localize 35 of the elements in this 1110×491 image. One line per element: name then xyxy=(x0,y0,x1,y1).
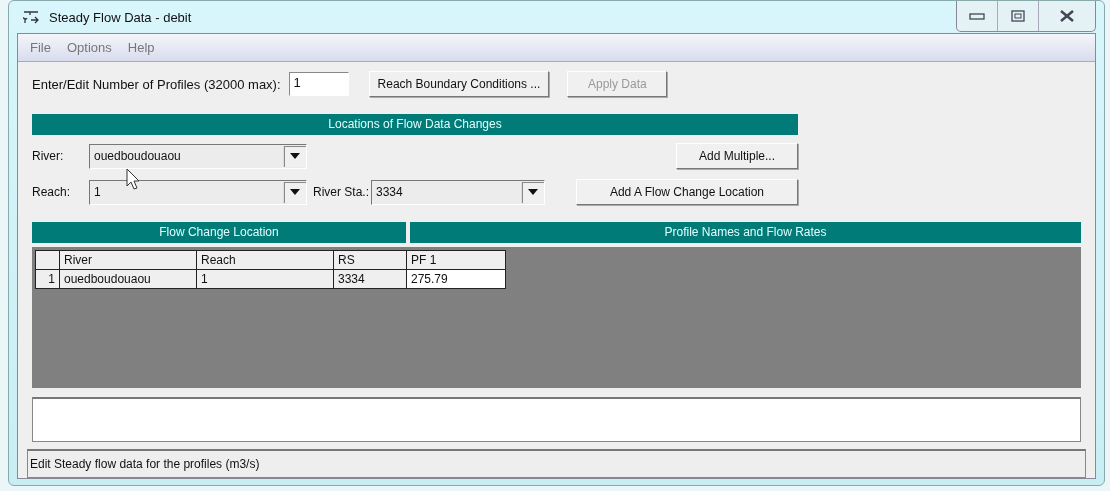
maximize-icon xyxy=(1011,10,1025,22)
column-header: RS xyxy=(333,250,407,270)
reach-label: Reach: xyxy=(32,185,72,199)
boundary-conditions-button[interactable]: Reach Boundary Conditions ... xyxy=(368,71,550,97)
column-header: River xyxy=(59,250,197,270)
river-dropdown[interactable]: ouedboudouaou xyxy=(89,143,307,169)
dropdown-arrow-icon xyxy=(290,189,300,195)
column-header: PF 1 xyxy=(406,250,506,270)
window-title: Steady Flow Data - debit xyxy=(49,9,192,25)
add-flow-change-button[interactable]: Add A Flow Change Location xyxy=(576,179,798,205)
river-label: River: xyxy=(32,149,65,163)
profiles-label: Enter/Edit Number of Profiles (32000 max): xyxy=(32,76,281,92)
add-multiple-button[interactable]: Add Multiple... xyxy=(676,143,798,169)
table-cell: 1 xyxy=(196,269,334,289)
group-header: Profile Names and Flow Rates xyxy=(410,222,1081,243)
status-text: Edit Steady flow data for the profiles (m3/s) xyxy=(30,457,260,471)
profiles-field[interactable]: 1 xyxy=(288,72,349,96)
app-icon xyxy=(21,9,41,25)
river-station-label: River Sta.: xyxy=(313,185,369,199)
section-header: Locations of Flow Data Changes xyxy=(32,114,798,135)
river-station-dropdown[interactable]: 3334 xyxy=(371,179,545,205)
menu-item[interactable]: Help xyxy=(121,38,161,57)
group-header: Flow Change Location xyxy=(32,222,406,243)
minimize-icon xyxy=(969,12,985,20)
table-cell: 3334 xyxy=(333,269,407,289)
close-icon xyxy=(1059,9,1075,23)
cursor-icon xyxy=(126,168,140,190)
reach-dropdown[interactable]: 1 xyxy=(89,179,307,205)
table-cell: ouedboudouaou xyxy=(59,269,197,289)
dropdown-arrow-icon xyxy=(290,153,300,159)
column-header: Reach xyxy=(196,250,334,270)
menu-item[interactable]: File xyxy=(24,38,57,57)
row-number: 1 xyxy=(35,269,60,289)
dropdown-arrow-icon xyxy=(528,189,538,195)
menu-item[interactable]: Options xyxy=(60,38,118,57)
